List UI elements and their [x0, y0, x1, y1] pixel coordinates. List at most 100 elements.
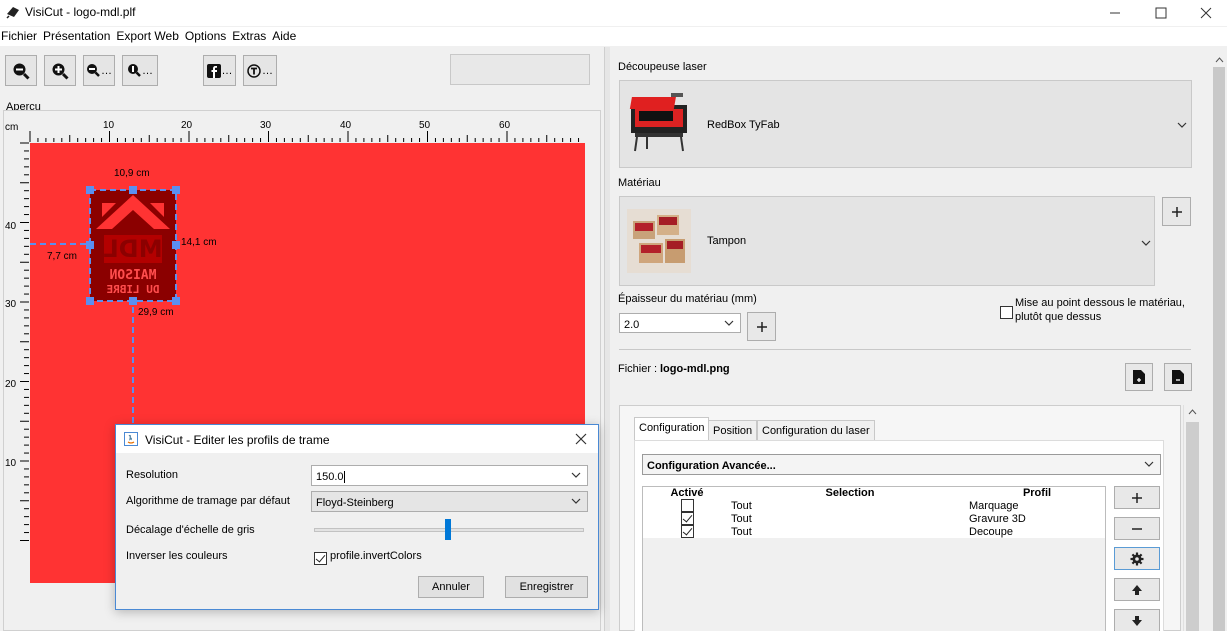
- file-settings-area: Configuration Position Configuration du …: [619, 405, 1181, 631]
- save-button[interactable]: Enregistrer: [505, 576, 588, 598]
- add-file-button[interactable]: [1125, 363, 1153, 391]
- minimize-button[interactable]: [1092, 0, 1138, 26]
- resize-handle[interactable]: [86, 186, 94, 194]
- zoom-out-button[interactable]: [5, 55, 37, 86]
- resolution-label: Resolution: [126, 469, 178, 481]
- row-selection: Tout: [731, 525, 752, 538]
- table-row[interactable]: Tout Marquage: [643, 499, 1105, 512]
- row-selection: Tout: [731, 499, 752, 512]
- resize-handle[interactable]: [172, 241, 180, 249]
- logo-image[interactable]: MDL MAISON DU LIBRE: [89, 189, 177, 302]
- ruler-unit: cm: [5, 122, 18, 133]
- tab-position[interactable]: Position: [708, 420, 758, 440]
- column-active[interactable]: Activé: [643, 487, 731, 499]
- row-profile: Gravure 3D: [969, 512, 1026, 525]
- row-active-checkbox[interactable]: [680, 525, 694, 538]
- right-panel-scrollbar-thumb[interactable]: [1213, 67, 1225, 631]
- cancel-button[interactable]: Annuler: [418, 576, 484, 598]
- java-icon: [124, 432, 138, 446]
- algorithm-select[interactable]: Floyd-Steinberg: [311, 491, 588, 512]
- resize-handle[interactable]: [86, 241, 94, 249]
- left-ruler: [20, 142, 29, 541]
- resize-handle[interactable]: [129, 186, 137, 194]
- chevron-down-icon: [571, 472, 581, 478]
- ruler-left-label: 40: [5, 221, 17, 232]
- left-offset-label: 7,7 cm: [47, 251, 77, 262]
- row-active-checkbox[interactable]: [680, 512, 694, 525]
- ruler-top-label: 50: [419, 120, 431, 131]
- chevron-down-icon: [1177, 122, 1187, 128]
- facebook-icon: [206, 63, 221, 78]
- remove-file-button[interactable]: [1164, 363, 1192, 391]
- thingiverse-more: …: [262, 64, 273, 77]
- thickness-label: Épaisseur du matériau (mm): [618, 293, 757, 305]
- row-active-cell[interactable]: [643, 499, 731, 512]
- close-icon: [1200, 7, 1212, 19]
- chevron-down-icon: [1141, 240, 1151, 246]
- algorithm-label: Algorithme de tramage par défaut: [126, 495, 290, 507]
- row-active-checkbox[interactable]: [680, 499, 694, 512]
- minimize-icon: [1110, 12, 1120, 14]
- add-thickness-button[interactable]: [747, 312, 776, 341]
- table-row[interactable]: Tout Gravure 3D: [643, 512, 1105, 525]
- settings-scrollbar[interactable]: [1183, 405, 1200, 631]
- invert-colors-checkbox[interactable]: [314, 552, 327, 566]
- right-panel-scrollbar[interactable]: [1211, 47, 1227, 631]
- facebook-share-button[interactable]: …: [203, 55, 236, 86]
- zoom-fit-button[interactable]: …: [83, 55, 115, 86]
- move-profile-up-button[interactable]: [1114, 578, 1160, 601]
- thingiverse-share-button[interactable]: …: [243, 55, 277, 86]
- width-dimension-label: 10,9 cm: [114, 168, 150, 179]
- material-select[interactable]: Tampon: [619, 196, 1155, 286]
- zoom-in-button[interactable]: [44, 55, 76, 86]
- dialog-close-button[interactable]: [568, 429, 594, 449]
- move-profile-down-button[interactable]: [1114, 609, 1160, 631]
- material-label: Matériau: [618, 177, 661, 189]
- zoom-one-icon: [128, 63, 141, 77]
- row-active-cell[interactable]: [643, 525, 731, 538]
- config-preset-select[interactable]: Configuration Avancée...: [642, 454, 1161, 475]
- profile-table-container: Activé Selection Profil Tout Marquage To…: [642, 486, 1106, 631]
- arrow-up-icon: [1132, 584, 1142, 595]
- settings-scrollbar-thumb[interactable]: [1186, 422, 1199, 631]
- dialog-title-bar: VisiCut - Editer les profils de trame: [116, 425, 598, 453]
- tab-configuration[interactable]: Configuration: [634, 417, 710, 441]
- menu-export-web[interactable]: Export Web: [116, 27, 178, 46]
- resize-handle[interactable]: [172, 186, 180, 194]
- profile-settings-button[interactable]: [1114, 547, 1160, 570]
- tab-laser-configuration[interactable]: Configuration du laser: [757, 420, 875, 440]
- row-selection: Tout: [731, 512, 752, 525]
- raster-profile-dialog: VisiCut - Editer les profils de trame Re…: [115, 424, 599, 610]
- grayscale-shift-slider-thumb[interactable]: [445, 519, 451, 540]
- resize-handle[interactable]: [129, 297, 137, 305]
- add-profile-button[interactable]: [1114, 486, 1160, 509]
- resize-handle[interactable]: [86, 297, 94, 305]
- column-selection[interactable]: Selection: [731, 487, 969, 499]
- zoom-100-button[interactable]: …: [122, 55, 158, 86]
- bottom-offset-label: 29,9 cm: [138, 307, 174, 318]
- top-ruler: [29, 131, 580, 142]
- resolution-input[interactable]: 150.0: [311, 465, 588, 486]
- visicut-app-icon: [6, 7, 19, 19]
- resize-handle[interactable]: [172, 297, 180, 305]
- close-window-button[interactable]: [1183, 0, 1227, 26]
- column-profile[interactable]: Profil: [969, 487, 1105, 499]
- focus-below-checkbox[interactable]: [1000, 306, 1013, 320]
- invert-colors-label: Inverser les couleurs: [126, 550, 228, 562]
- file-remove-icon: [1172, 370, 1184, 384]
- laser-cutter-select[interactable]: RedBox TyFab: [619, 80, 1192, 168]
- row-active-cell[interactable]: [643, 512, 731, 525]
- maximize-button[interactable]: [1138, 0, 1184, 26]
- thickness-select[interactable]: 2.0: [619, 313, 741, 333]
- remove-profile-button[interactable]: [1114, 517, 1160, 540]
- menu-options[interactable]: Options: [185, 27, 226, 46]
- table-row[interactable]: Tout Decoupe: [643, 525, 1105, 538]
- menu-extras[interactable]: Extras: [232, 27, 266, 46]
- add-material-button[interactable]: [1162, 197, 1191, 226]
- menu-fichier[interactable]: Fichier: [1, 27, 37, 46]
- menu-aide[interactable]: Aide: [272, 27, 296, 46]
- zoom-in-icon: [52, 63, 69, 80]
- laser-cutter-name: RedBox TyFab: [707, 119, 780, 131]
- menu-presentation[interactable]: Présentation: [43, 27, 110, 46]
- zoom-fit-more: …: [101, 64, 112, 77]
